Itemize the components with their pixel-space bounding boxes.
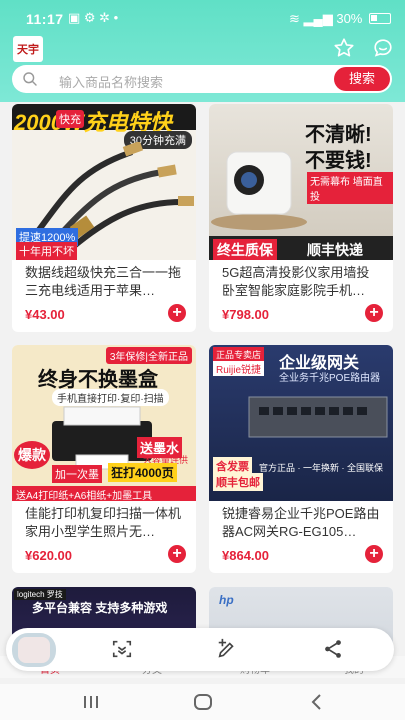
product-card[interactable]: 3年保修|全新正品 终身不换墨盒 手机直接打印·复印·扫描 爆款 送墨水 大容量… bbox=[12, 345, 196, 573]
battery-icon bbox=[369, 13, 391, 24]
star-icon[interactable] bbox=[333, 37, 355, 59]
product-price: ¥864.00 bbox=[222, 548, 269, 563]
search-icon bbox=[23, 72, 37, 86]
projector-illustration bbox=[211, 151, 307, 230]
product-card[interactable]: 2000W充电特快 快充 30分钟充满 提速1200% 十年用不坏 数据线超级快… bbox=[12, 104, 196, 332]
product-image: 正品专卖店 Ruijie锐捷 企业级网关 全业务千兆POE路由器 含发票 顺丰包… bbox=[209, 345, 393, 501]
wifi-icon: ≋ bbox=[288, 11, 300, 26]
signal-icon: ▂▄▆ bbox=[303, 11, 333, 26]
back-icon[interactable] bbox=[306, 692, 328, 712]
product-price: ¥798.00 bbox=[222, 307, 269, 322]
product-name: 5G超高清投影仪家用墙投卧室智能家庭影院手机… bbox=[222, 265, 370, 298]
add-to-cart-button[interactable]: + bbox=[365, 304, 383, 322]
screenshot-thumbnail[interactable] bbox=[12, 633, 56, 667]
scroll-capture-icon[interactable] bbox=[111, 638, 133, 660]
add-to-cart-button[interactable]: + bbox=[168, 545, 186, 563]
app-header: 11:17 ▣ ⚙ ✲ • ≋ ▂▄▆ 30% 天宇 输入商品名称搜索 搜索 bbox=[0, 0, 405, 102]
status-bar: 11:17 ▣ ⚙ ✲ • ≋ ▂▄▆ 30% bbox=[0, 0, 405, 36]
add-to-cart-button[interactable]: + bbox=[365, 545, 383, 563]
product-price: ¥620.00 bbox=[25, 548, 72, 563]
product-image: 3年保修|全新正品 终身不换墨盒 手机直接打印·复印·扫描 爆款 送墨水 大容量… bbox=[12, 345, 196, 501]
product-card[interactable]: 不清晰! 不要钱! 无需幕布 墙面直投 终生质保 顺丰快递 5G超高清投影仪家用… bbox=[209, 104, 393, 332]
product-image: 不清晰! 不要钱! 无需幕布 墙面直投 终生质保 顺丰快递 bbox=[209, 104, 393, 260]
product-name: 数据线超级快充三合一一拖三充电线适用于苹果… bbox=[25, 265, 182, 298]
product-image: 2000W充电特快 快充 30分钟充满 提速1200% 十年用不坏 bbox=[12, 104, 196, 260]
share-icon[interactable] bbox=[322, 638, 344, 660]
product-name: 佳能打印机复印扫描一体机家用小型学生照片无… bbox=[25, 506, 182, 539]
search-input[interactable]: 输入商品名称搜索 bbox=[59, 72, 163, 91]
search-bar[interactable]: 输入商品名称搜索 搜索 bbox=[12, 65, 392, 93]
add-to-cart-button[interactable]: + bbox=[168, 304, 186, 322]
status-time: 11:17 bbox=[26, 11, 64, 27]
product-name: 锐捷睿易企业千兆POE路由器AC网关RG-EG105… bbox=[222, 506, 380, 539]
app-logo[interactable]: 天宇 bbox=[13, 36, 43, 62]
screenshot-toolbar bbox=[6, 628, 394, 671]
recent-apps-icon[interactable] bbox=[80, 692, 102, 712]
router-illustration bbox=[248, 396, 388, 438]
edit-icon[interactable] bbox=[216, 638, 238, 660]
notification-icons: ▣ ⚙ ✲ • bbox=[68, 10, 119, 25]
home-icon[interactable] bbox=[192, 692, 214, 712]
system-icons: ≋ ▂▄▆ 30% bbox=[289, 11, 391, 27]
system-navigation-bar bbox=[0, 684, 405, 720]
product-price: ¥43.00 bbox=[25, 307, 65, 322]
chat-icon[interactable] bbox=[372, 37, 394, 59]
product-card[interactable]: 正品专卖店 Ruijie锐捷 企业级网关 全业务千兆POE路由器 含发票 顺丰包… bbox=[209, 345, 393, 573]
battery-percent: 30% bbox=[336, 11, 363, 26]
search-button[interactable]: 搜索 bbox=[334, 67, 390, 91]
